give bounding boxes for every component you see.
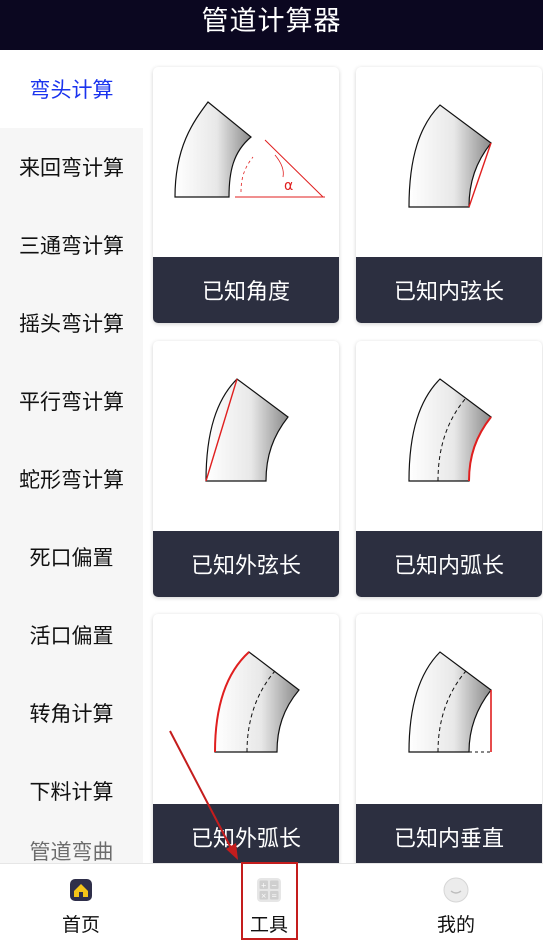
svg-text:−: − [271,882,277,890]
sidebar-item-label: 死口偏置 [29,546,114,570]
elbow-outer-chord-diagram [153,341,339,531]
calculator-icon: + − × = [257,878,281,902]
card-known-inner-chord[interactable]: 已知内弦长 [356,67,542,323]
angle-symbol: α [284,178,293,194]
card-label: 已知内弦长 [356,257,542,323]
sidebar-item-label: 摇头弯计算 [19,312,124,336]
sidebar-item-cutting-calc[interactable]: 下料计算 [0,752,143,830]
sidebar-item-pipe-bending[interactable]: 管道弯曲 [0,830,143,863]
card-label: 已知内弧长 [356,531,542,597]
elbow-outer-arc-diagram [153,614,339,804]
card-known-inner-arc[interactable]: 已知内弧长 [356,341,542,597]
tab-home[interactable]: 首页 [11,864,151,943]
smiley-icon [443,877,469,903]
tab-label: 工具 [249,914,288,936]
sidebar-item-label: 转角计算 [29,702,114,726]
elbow-inner-arc-diagram [356,341,542,531]
tab-label: 我的 [436,914,475,936]
card-label: 已知角度 [153,257,339,323]
card-known-outer-chord[interactable]: 已知外弦长 [153,341,339,597]
card-known-angle[interactable]: α 已知角度 [153,67,339,323]
sidebar-item-swing-bend[interactable]: 摇头弯计算 [0,284,143,362]
sidebar-item-live-offset[interactable]: 活口偏置 [0,596,143,674]
sidebar-item-label: 管道弯曲 [29,840,114,863]
sidebar-item-tee-bend[interactable]: 三通弯计算 [0,206,143,284]
page-title: 管道计算器 [201,5,342,37]
card-known-outer-arc[interactable]: 已知外弧长 [153,614,339,863]
sidebar-item-parallel-bend[interactable]: 平行弯计算 [0,362,143,440]
elbow-inner-vertical-diagram [356,614,542,804]
sidebar-item-corner-calc[interactable]: 转角计算 [0,674,143,752]
tool-grid: α 已知角度 已知内弦长 已知外弦长 已知内弧长 已知外弧长 已知内垂直 [143,50,543,863]
home-icon [70,879,92,901]
sidebar-item-fixed-offset[interactable]: 死口偏置 [0,518,143,596]
sidebar-item-label: 弯头计算 [29,78,114,102]
card-known-inner-vertical[interactable]: 已知内垂直 [356,614,542,863]
tab-label: 首页 [61,914,100,936]
sidebar-item-label: 下料计算 [29,780,114,804]
sidebar-item-return-bend[interactable]: 来回弯计算 [0,128,143,206]
elbow-inner-chord-diagram [356,67,542,257]
card-label: 已知外弧长 [153,804,339,863]
elbow-angle-diagram: α [153,67,339,257]
card-label: 已知内垂直 [356,804,542,863]
sidebar-item-label: 来回弯计算 [19,156,124,180]
tab-tools[interactable]: + − × = 工具 [199,864,339,943]
sidebar-item-label: 平行弯计算 [19,390,124,414]
svg-text:+: + [261,882,267,890]
category-sidebar: 弯头计算 来回弯计算 三通弯计算 摇头弯计算 平行弯计算 蛇形弯计算 死口偏置 … [0,50,143,863]
sidebar-item-elbow[interactable]: 弯头计算 [0,50,143,128]
app-header: 管道计算器 [0,0,543,50]
svg-text:×: × [261,892,267,900]
svg-text:=: = [271,892,277,900]
tab-mine[interactable]: 我的 [386,864,526,943]
bottom-nav: 首页 + − × = 工具 我的 [0,863,543,943]
sidebar-item-snake-bend[interactable]: 蛇形弯计算 [0,440,143,518]
sidebar-item-label: 蛇形弯计算 [19,468,124,492]
sidebar-item-label: 三通弯计算 [19,234,124,258]
sidebar-item-label: 活口偏置 [29,624,114,648]
card-label: 已知外弦长 [153,531,339,597]
